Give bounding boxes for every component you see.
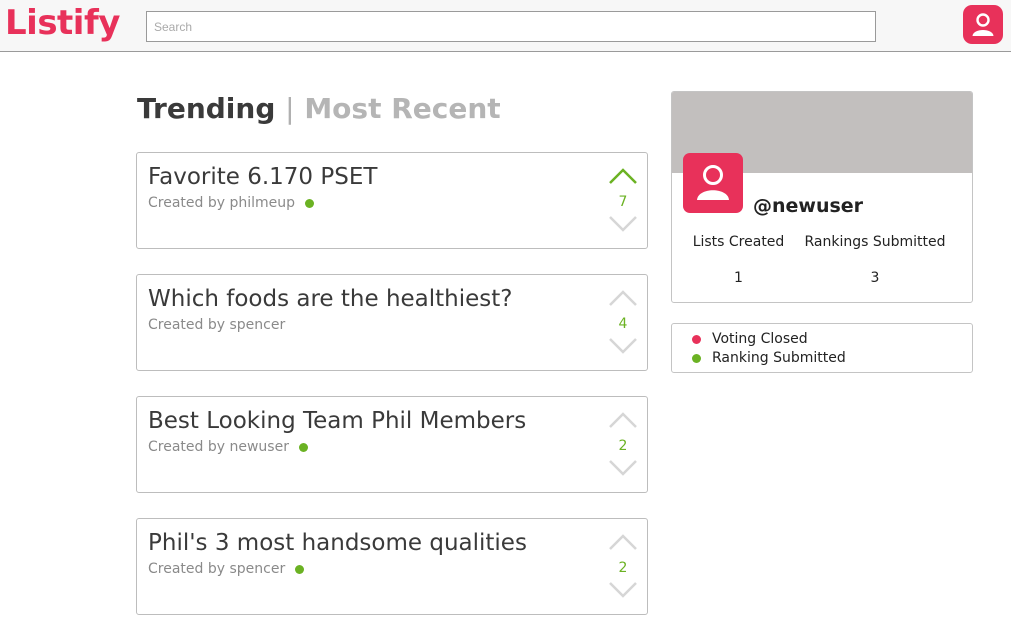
vote-count: 2 (618, 438, 628, 454)
upvote-icon[interactable] (607, 531, 639, 553)
list-author-text: Created by spencer (148, 317, 286, 333)
ranking-submitted-dot (295, 564, 305, 574)
list-author-text: Created by newuser (148, 439, 289, 455)
list-title[interactable]: Phil's 3 most handsome qualities (148, 530, 527, 556)
legend-voting-closed-label: Voting Closed (712, 331, 808, 347)
list-author: Created by spencer (148, 317, 285, 333)
voting-closed-dot (692, 334, 701, 344)
tab-separator: | (285, 92, 295, 125)
user-icon (697, 165, 729, 200)
list-title[interactable]: Which foods are the healthiest? (148, 286, 513, 312)
status-legend: Voting Closed Ranking Submitted (671, 323, 973, 373)
upvote-icon[interactable] (607, 165, 639, 187)
ranking-submitted-dot (298, 442, 308, 452)
list-author: Created by newuser (148, 439, 308, 455)
upvote-icon[interactable] (607, 287, 639, 309)
tab-most-recent[interactable]: Most Recent (304, 92, 500, 125)
downvote-icon[interactable] (607, 457, 639, 479)
list-card[interactable]: Best Looking Team Phil Members Created b… (136, 396, 648, 493)
lists-created-value: 1 (734, 270, 743, 286)
upvote-icon[interactable] (607, 409, 639, 431)
downvote-icon[interactable] (607, 579, 639, 601)
feed-tabs: Trending | Most Recent (137, 92, 501, 125)
list-title[interactable]: Best Looking Team Phil Members (148, 408, 526, 434)
legend-ranking-submitted: Ranking Submitted (692, 350, 846, 366)
rankings-submitted-value: 3 (870, 270, 880, 286)
ranking-submitted-dot (305, 198, 315, 208)
legend-voting-closed: Voting Closed (692, 331, 808, 347)
vote-count: 2 (618, 560, 628, 576)
vote-count: 4 (618, 316, 628, 332)
vote-count: 7 (618, 194, 628, 210)
legend-ranking-submitted-label: Ranking Submitted (712, 350, 846, 366)
list-author-text: Created by spencer (148, 561, 286, 577)
list-author: Created by philmeup (148, 195, 315, 211)
list-author-text: Created by philmeup (148, 195, 296, 211)
list-card[interactable]: Which foods are the healthiest? Created … (136, 274, 648, 371)
vote-control: 2 (605, 531, 641, 609)
downvote-icon[interactable] (607, 335, 639, 357)
vote-control: 4 (605, 287, 641, 365)
list-card[interactable]: Phil's 3 most handsome qualities Created… (136, 518, 648, 615)
top-bar: Listify (0, 0, 1011, 52)
search-input[interactable] (146, 11, 876, 42)
lists-created-label: Lists Created (692, 234, 785, 250)
user-icon (972, 12, 994, 36)
profile-avatar[interactable] (683, 153, 743, 213)
account-button[interactable] (963, 5, 1003, 44)
profile-card: @newuser Lists Created Rankings Submitte… (671, 91, 973, 303)
rankings-submitted-label: Rankings Submitted (804, 234, 946, 250)
downvote-icon[interactable] (607, 213, 639, 235)
ranking-submitted-dot (692, 353, 701, 363)
list-author: Created by spencer (148, 561, 305, 577)
logo[interactable]: Listify (5, 3, 120, 43)
profile-username: @newuser (753, 195, 864, 217)
vote-control: 2 (605, 409, 641, 487)
tab-trending[interactable]: Trending (137, 92, 275, 125)
vote-control: 7 (605, 165, 641, 243)
list-title[interactable]: Favorite 6.170 PSET (148, 164, 377, 190)
list-card[interactable]: Favorite 6.170 PSET Created by philmeup … (136, 152, 648, 249)
